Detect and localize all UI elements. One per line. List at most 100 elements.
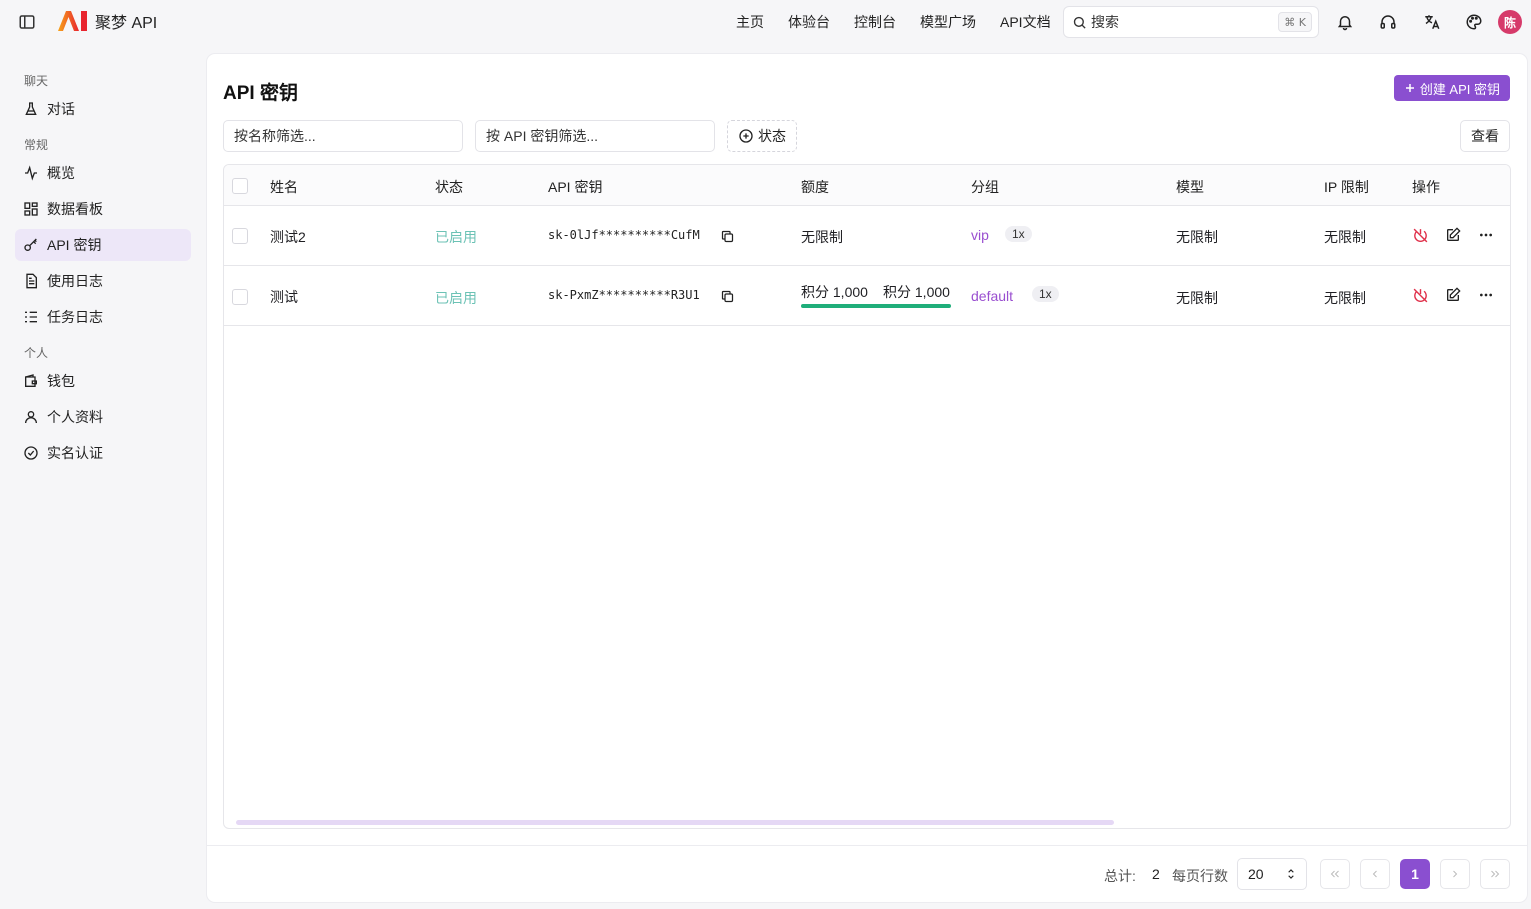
row-group[interactable]: default (971, 288, 1013, 304)
row-ratio-badge: 1x (1005, 226, 1032, 242)
more-icon[interactable] (1477, 286, 1495, 304)
next-page-button[interactable] (1440, 859, 1470, 889)
row-ip-limit: 无限制 (1324, 229, 1366, 245)
row-api-key: sk-PxmZ**********R3U1 (548, 288, 700, 302)
prev-page-button[interactable] (1360, 859, 1390, 889)
create-api-key-button[interactable]: 创建 API 密钥 (1393, 75, 1510, 101)
quota-progress-bar (801, 304, 951, 308)
key-icon (23, 237, 39, 253)
key-filter-input[interactable] (475, 120, 715, 152)
table-header: 姓名 状态 API 密钥 额度 分组 模型 IP 限制 操作 (224, 165, 1510, 206)
row-quota-total: 积分 1,000 (883, 284, 950, 300)
sidebar-item-task-logs[interactable]: 任务日志 (15, 301, 191, 333)
rows-per-page-value: 20 (1248, 866, 1264, 882)
verify-icon (23, 445, 39, 461)
name-filter-input[interactable] (223, 120, 463, 152)
sidebar-item-wallet[interactable]: 钱包 (15, 365, 191, 397)
chevron-left-icon (1369, 868, 1381, 880)
brand[interactable]: 聚梦 API (57, 9, 157, 33)
nav-api-docs[interactable]: API文档 (1000, 12, 1051, 32)
row-ip-limit: 无限制 (1324, 290, 1366, 306)
edit-icon[interactable] (1444, 286, 1462, 304)
translate-icon[interactable] (1422, 12, 1442, 32)
bell-icon[interactable] (1335, 12, 1355, 32)
sidebar-item-overview[interactable]: 概览 (15, 157, 191, 189)
row-checkbox[interactable] (232, 289, 248, 305)
nav-model-square[interactable]: 模型广场 (920, 12, 976, 32)
nav-console[interactable]: 控制台 (854, 12, 896, 32)
headset-icon[interactable] (1378, 12, 1398, 32)
row-models: 无限制 (1176, 229, 1218, 245)
activity-icon (23, 165, 39, 181)
page-title: API 密钥 (223, 83, 298, 104)
col-status: 状态 (435, 179, 463, 195)
nav-playground[interactable]: 体验台 (788, 12, 830, 32)
row-ratio-badge: 1x (1032, 286, 1059, 302)
sidebar-item-chat[interactable]: 对话 (15, 93, 191, 125)
col-api-key: API 密钥 (548, 179, 603, 195)
footer-divider (207, 845, 1527, 846)
main-nav: 主页 体验台 控制台 模型广场 API文档 (736, 12, 1075, 32)
search-icon (1072, 15, 1087, 30)
col-actions: 操作 (1412, 179, 1440, 195)
avatar[interactable]: 陈 (1498, 10, 1522, 34)
chevron-right-icon (1449, 868, 1461, 880)
sidebar-item-verification[interactable]: 实名认证 (15, 437, 191, 469)
chevrons-right-icon (1489, 868, 1501, 880)
search-box[interactable]: 搜索 ⌘ K (1063, 6, 1319, 38)
create-api-key-label: 创建 API 密钥 (1419, 81, 1500, 97)
row-name: 测试2 (270, 229, 306, 245)
row-checkbox[interactable] (232, 228, 248, 244)
sidebar-item-profile[interactable]: 个人资料 (15, 401, 191, 433)
sidebar-item-dashboard[interactable]: 数据看板 (15, 193, 191, 225)
select-all-checkbox[interactable] (232, 178, 248, 194)
total-label: 总计: (1104, 868, 1136, 884)
sidebar-item-label: 使用日志 (47, 273, 103, 289)
col-ip-limit: IP 限制 (1324, 179, 1369, 195)
user-icon (23, 409, 39, 425)
table-row: 测试2 已启用 sk-0lJf**********CufM 无限制 vip 1x… (224, 206, 1510, 266)
copy-icon[interactable] (718, 227, 736, 245)
row-api-key: sk-0lJf**********CufM (548, 228, 700, 242)
more-icon[interactable] (1477, 226, 1495, 244)
sidebar-item-api-keys[interactable]: API 密钥 (15, 229, 191, 261)
sidebar-item-usage-logs[interactable]: 使用日志 (15, 265, 191, 297)
row-group[interactable]: vip (971, 227, 989, 243)
wallet-icon (23, 373, 39, 389)
sidebar-toggle-icon[interactable] (17, 12, 37, 32)
page-1-button[interactable]: 1 (1400, 859, 1430, 889)
dashboard-icon (23, 201, 39, 217)
sidebar-item-label: 对话 (47, 101, 75, 117)
sidebar-item-label: 任务日志 (47, 309, 103, 325)
row-name: 测试 (270, 289, 298, 305)
row-quota: 无限制 (801, 229, 843, 245)
status-filter-label: 状态 (758, 128, 786, 144)
disable-icon[interactable] (1411, 226, 1429, 244)
list-icon (23, 309, 39, 325)
search-label: 搜索 (1091, 14, 1119, 30)
row-models: 无限制 (1176, 290, 1218, 306)
status-filter-button[interactable]: 状态 (727, 120, 797, 152)
first-page-button[interactable] (1320, 859, 1350, 889)
sidebar-group-personal: 个人 (24, 346, 49, 360)
flask-icon (23, 101, 39, 117)
sidebar-item-label: 实名认证 (47, 445, 103, 461)
rows-per-page-select[interactable]: 20 (1237, 858, 1307, 890)
plus-circle-icon (738, 128, 754, 144)
nav-home[interactable]: 主页 (736, 12, 764, 32)
horizontal-scrollbar[interactable] (236, 820, 1114, 825)
document-icon (23, 273, 39, 289)
edit-icon[interactable] (1444, 226, 1462, 244)
last-page-button[interactable] (1480, 859, 1510, 889)
copy-icon[interactable] (718, 287, 736, 305)
table-row: 测试 已启用 sk-PxmZ**********R3U1 积分 1,000 积分… (224, 266, 1510, 326)
chevron-up-down-icon (1284, 867, 1298, 881)
sidebar-item-label: API 密钥 (47, 237, 102, 253)
view-button[interactable]: 查看 (1460, 120, 1510, 152)
sidebar-group-general: 常规 (24, 138, 49, 152)
col-group: 分组 (971, 179, 999, 195)
sidebar-item-label: 钱包 (47, 373, 75, 389)
palette-icon[interactable] (1464, 12, 1484, 32)
disable-icon[interactable] (1411, 286, 1429, 304)
total-value: 2 (1152, 866, 1160, 882)
